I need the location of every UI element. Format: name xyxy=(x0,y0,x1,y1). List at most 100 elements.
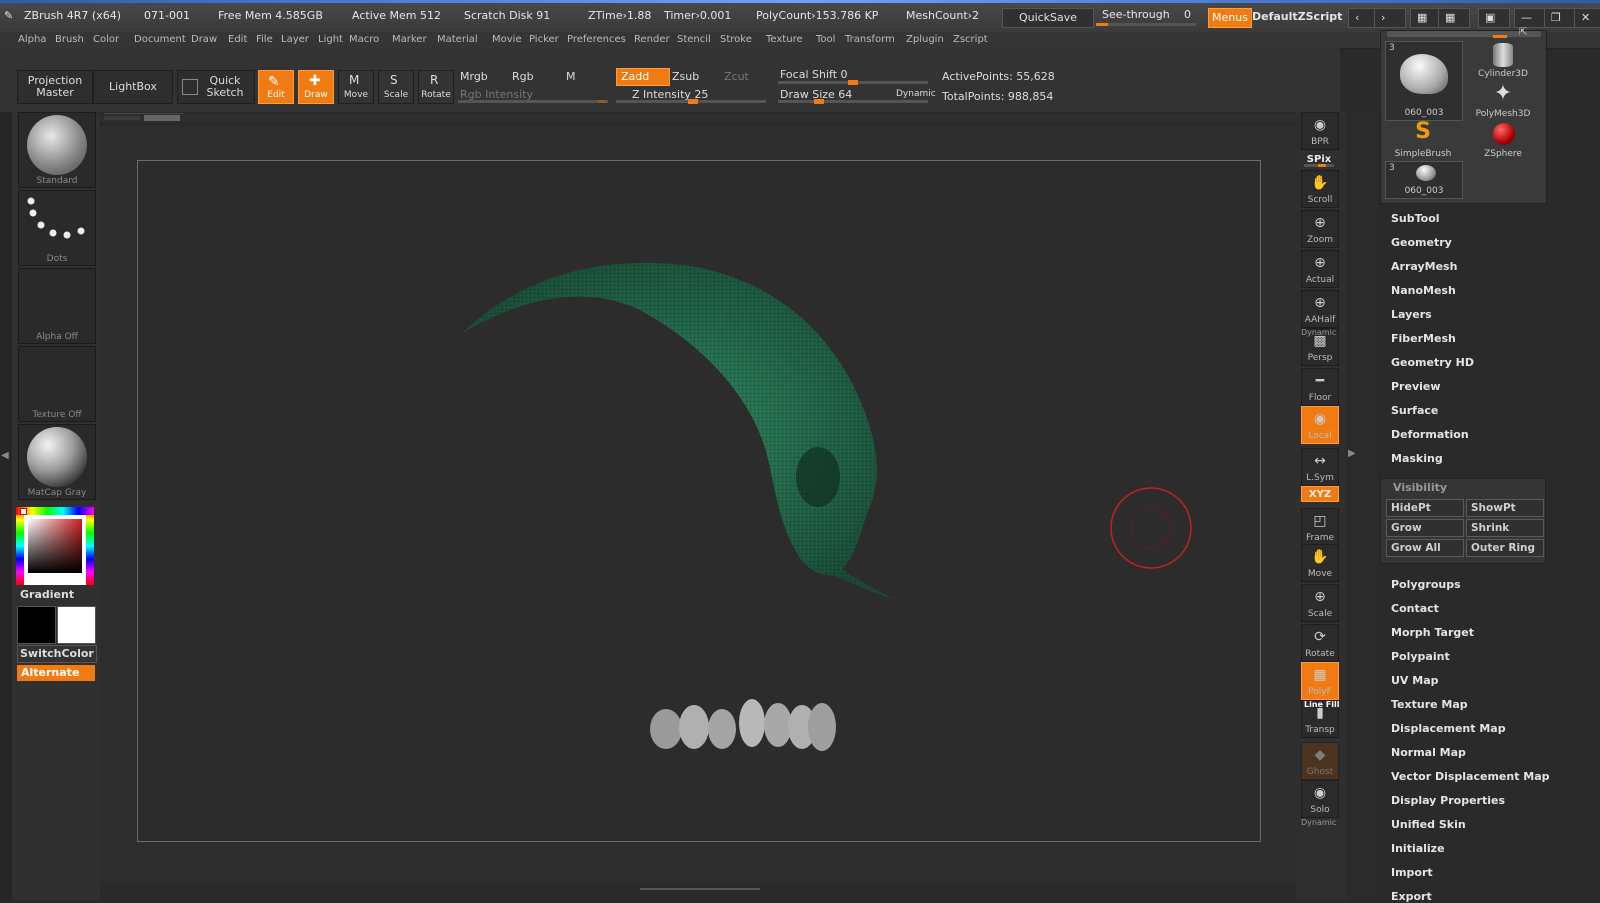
primary-color-swatch[interactable] xyxy=(17,606,56,644)
tool-submenu-subtool[interactable]: SubTool xyxy=(1391,212,1440,225)
dynamic-button[interactable]: Dynamic xyxy=(896,89,936,99)
visibility-title[interactable]: Visibility xyxy=(1393,481,1447,494)
viewport-3d[interactable] xyxy=(138,161,1260,841)
tool-submenu-arraymesh[interactable]: ArrayMesh xyxy=(1391,260,1457,273)
tool-submenu-geometry-hd[interactable]: Geometry HD xyxy=(1391,356,1474,369)
hue-strip-top[interactable] xyxy=(16,507,94,515)
zsub-button[interactable]: Zsub xyxy=(672,70,699,83)
menu-picker[interactable]: Picker xyxy=(529,34,559,45)
switchcolor-button[interactable]: SwitchColor xyxy=(17,645,97,663)
tool-submenu-polygroups[interactable]: Polygroups xyxy=(1391,578,1461,591)
restore-icon[interactable]: ❐ xyxy=(1544,8,1576,28)
tool-submenu-contact[interactable]: Contact xyxy=(1391,602,1439,615)
menu-document[interactable]: Document xyxy=(134,34,186,45)
alpha-thumbnail[interactable]: Alpha Off xyxy=(18,268,96,344)
shelf-scroll-button[interactable]: ✋ Scroll xyxy=(1301,170,1339,208)
tool-submenu-morph-target[interactable]: Morph Target xyxy=(1391,626,1474,639)
shelf-xyz-button[interactable]: XYZ xyxy=(1301,486,1339,502)
shelf-floor-button[interactable]: ━ Floor xyxy=(1301,368,1339,406)
focal-shift-slider[interactable]: Focal Shift 0 xyxy=(780,68,848,81)
hue-strip[interactable] xyxy=(16,507,24,585)
close-icon[interactable]: ✕ xyxy=(1574,8,1600,28)
mrgb-button[interactable]: Mrgb xyxy=(460,70,488,83)
see-through-slider[interactable] xyxy=(1096,23,1196,26)
shelf-scale-button[interactable]: ⊕ Scale xyxy=(1301,584,1339,622)
zadd-button[interactable]: Zadd xyxy=(616,68,670,86)
bottom-scroll-thumb[interactable] xyxy=(640,888,760,890)
visibility-outer-ring-button[interactable]: Outer Ring xyxy=(1466,539,1544,557)
tool-submenu-deformation[interactable]: Deformation xyxy=(1391,428,1469,441)
secondary-color-swatch[interactable] xyxy=(57,606,96,644)
tool-060-003-large[interactable]: 3 060_003 xyxy=(1385,41,1463,121)
rgb-intensity-track[interactable] xyxy=(458,100,608,103)
alternate-button[interactable]: Alternate xyxy=(17,665,95,681)
shelf-solo-button[interactable]: ◉ Solo xyxy=(1301,780,1339,818)
menu-tool[interactable]: Tool xyxy=(816,34,835,45)
material-thumbnail[interactable]: MatCap Gray xyxy=(18,424,96,500)
spix-slider[interactable] xyxy=(1304,164,1334,167)
menus-button[interactable]: Menus xyxy=(1208,8,1252,28)
m-button[interactable]: M xyxy=(566,70,576,83)
tool-polymesh3d[interactable]: ✦ PolyMesh3D xyxy=(1465,81,1541,119)
tool-submenu-initialize[interactable]: Initialize xyxy=(1391,842,1445,855)
shelf-bpr-button[interactable]: ◉ BPR xyxy=(1301,112,1339,150)
menu-zscript[interactable]: Zscript xyxy=(953,34,988,45)
default-zscript[interactable]: DefaultZScript xyxy=(1252,10,1342,23)
saturation-square[interactable] xyxy=(28,519,82,573)
menu-material[interactable]: Material xyxy=(437,34,478,45)
edit-button[interactable]: ✎ Edit xyxy=(258,70,294,104)
menu-macro[interactable]: Macro xyxy=(349,34,379,45)
canvas-top-scroll[interactable] xyxy=(100,114,1296,122)
shelf-lsym-button[interactable]: ↔ L.Sym xyxy=(1301,448,1339,486)
menu-zplugin[interactable]: Zplugin xyxy=(906,34,944,45)
right-tray-edge[interactable]: ▶ xyxy=(1346,112,1378,900)
tool-cylinder3d[interactable]: Cylinder3D xyxy=(1465,41,1541,79)
tool-submenu-uv-map[interactable]: UV Map xyxy=(1391,674,1439,687)
visibility-grow-all-button[interactable]: Grow All xyxy=(1386,539,1464,557)
menu-stencil[interactable]: Stencil xyxy=(677,34,711,45)
tool-submenu-preview[interactable]: Preview xyxy=(1391,380,1441,393)
left-tray-edge[interactable]: ◀ xyxy=(0,112,12,900)
menu-render[interactable]: Render xyxy=(634,34,670,45)
menu-edit[interactable]: Edit xyxy=(228,34,247,45)
canvas-frame[interactable] xyxy=(137,160,1261,842)
brush-thumbnail[interactable]: Standard xyxy=(18,112,96,188)
teeth-model[interactable] xyxy=(650,699,836,751)
tool-simplebrush[interactable]: S SimpleBrush xyxy=(1385,119,1461,159)
shelf-rotate-button[interactable]: ⟳ Rotate xyxy=(1301,624,1339,662)
tool-zsphere[interactable]: ZSphere xyxy=(1465,121,1541,159)
tool-submenu-fibermesh[interactable]: FiberMesh xyxy=(1391,332,1456,345)
shelf-aahalf-button[interactable]: ⊕ AAHalf xyxy=(1301,290,1339,328)
move-button[interactable]: M Move xyxy=(338,70,374,104)
menu-alpha[interactable]: Alpha xyxy=(18,34,46,45)
scale-button[interactable]: S Scale xyxy=(378,70,414,104)
tool-060-003-small[interactable]: 3 060_003 xyxy=(1385,161,1463,199)
visibility-hidept-button[interactable]: HidePt xyxy=(1386,499,1464,517)
palette-right-icon[interactable]: › xyxy=(1374,8,1406,28)
tray-arrow-right-icon[interactable]: ▶ xyxy=(1348,448,1356,459)
menu-file[interactable]: File xyxy=(256,34,273,45)
draw-size-track[interactable] xyxy=(778,99,928,104)
projection-master-button[interactable]: Projection Master xyxy=(17,70,93,104)
visibility-showpt-button[interactable]: ShowPt xyxy=(1466,499,1544,517)
shelf-zoom-button[interactable]: ⊕ Zoom xyxy=(1301,210,1339,248)
tool-submenu-polypaint[interactable]: Polypaint xyxy=(1391,650,1450,663)
menu-preferences[interactable]: Preferences xyxy=(567,34,626,45)
shelf-polyf-button[interactable]: ▦ PolyF xyxy=(1301,662,1339,700)
pin-icon[interactable]: ⇱ xyxy=(1519,27,1527,38)
shelf-ghost-button[interactable]: ◆ Ghost xyxy=(1301,742,1339,780)
layout2-icon[interactable]: ▦ xyxy=(1438,8,1470,28)
tool-palette-slider[interactable] xyxy=(1493,35,1507,38)
tool-submenu-surface[interactable]: Surface xyxy=(1391,404,1438,417)
shelf-local-button[interactable]: ◉ Local xyxy=(1301,406,1339,444)
visibility-shrink-button[interactable]: Shrink xyxy=(1466,519,1544,537)
visibility-grow-button[interactable]: Grow xyxy=(1386,519,1464,537)
zcut-button[interactable]: Zcut xyxy=(724,70,749,83)
tool-submenu-vector-displacement-map[interactable]: Vector Displacement Map xyxy=(1391,770,1550,783)
lightbox-button[interactable]: LightBox xyxy=(93,70,173,104)
lock-icon[interactable]: ▣ xyxy=(1478,8,1510,28)
gradient-button[interactable]: Gradient xyxy=(20,588,74,601)
z-intensity-track[interactable] xyxy=(616,99,766,104)
menu-marker[interactable]: Marker xyxy=(392,34,427,45)
green-mesh-model[interactable] xyxy=(462,262,894,599)
